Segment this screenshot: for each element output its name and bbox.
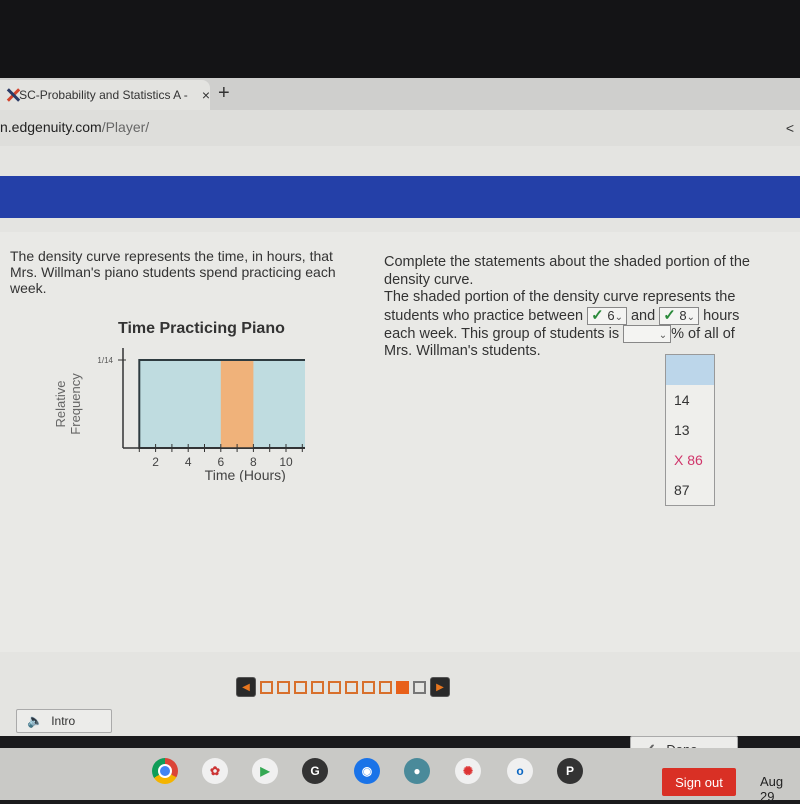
prompt-text: The density curve represents the time, i… [10,248,336,296]
previous-page-button[interactable]: ◀ [236,677,256,697]
dropdown-option[interactable] [666,355,714,385]
y-axis-label: Relative [53,381,68,428]
outlook-icon[interactable]: o [507,758,533,784]
question-text: Complete the statements about the shaded… [384,254,754,361]
header-bar [0,176,800,218]
y-axis-label: Frequency [68,373,83,435]
screen-bezel [0,0,800,80]
intro-button[interactable]: 🔈 Intro [16,709,112,733]
tab-title: SC-Probability and Statistics A - [19,88,188,102]
dropdown-option[interactable]: 14 [666,385,714,415]
play-store-icon[interactable]: ▶ [252,758,278,784]
g-app-icon[interactable]: G [302,758,328,784]
chevron-down-icon: ⌄ [614,311,623,323]
chrome-icon[interactable] [152,758,178,784]
page-indicator[interactable] [413,680,426,694]
page-indicator[interactable] [328,680,341,694]
browser-tab-bar: SC-Probability and Statistics A - × + [0,78,800,110]
browser-tab[interactable]: SC-Probability and Statistics A - × [0,80,210,110]
share-icon[interactable]: < [786,120,794,136]
page-indicator[interactable] [294,680,307,694]
dropdown-option[interactable]: X 86 [666,445,714,475]
x-tick-label: 4 [185,455,192,469]
close-icon[interactable]: × [202,87,210,103]
page-indicators [260,680,426,694]
url-text[interactable]: n.edgenuity.com/Player/ [0,119,149,135]
x-axis-label: Time (Hours) [205,467,286,482]
x-tick-label: 2 [152,455,159,469]
adobe-icon[interactable]: ✺ [455,758,481,784]
page-indicator[interactable] [396,680,409,694]
statement-and: and [630,307,656,324]
page-indicator[interactable] [345,680,358,694]
lower-bound-dropdown[interactable]: ✓ 6⌄ [587,306,627,325]
p-app-icon[interactable]: P [557,758,583,784]
density-chart: 1/142468101214Time (Hours)RelativeFreque… [53,348,305,482]
chevron-down-icon: ⌄ [686,311,696,323]
page-indicator[interactable] [362,680,375,694]
speaker-icon: 🔈 [27,713,44,728]
percent-dropdown[interactable]: ⌄ [623,324,672,343]
edgenuity-player: Calculating Probabilities Using a Unifor… [0,146,800,763]
check-icon: ✓ [663,306,676,324]
chart-title: Time Practicing Piano [118,320,285,337]
page-navigation: ◀ ▶ [236,677,450,697]
os-shelf: ✿ ▶ G ◉ ● ✺ o P Sign out Aug 29 [0,748,800,804]
dropdown-value: 8 [679,307,687,323]
activity-panel: The density curve represents the time, i… [0,232,800,763]
page-indicator[interactable] [311,680,324,694]
dropdown-option[interactable]: 13 [666,415,714,445]
upper-bound-dropdown[interactable]: ✓ 8⌄ [659,306,700,325]
edgenuity-logo-icon [6,88,13,102]
next-page-button[interactable]: ▶ [430,677,450,697]
check-icon: ✓ [591,306,604,324]
dropdown-option[interactable]: 87 [666,475,714,505]
earth-icon[interactable]: ● [404,758,430,784]
page-indicator[interactable] [277,680,290,694]
chevron-down-icon: ⌄ [658,329,668,341]
percent-dropdown-options[interactable]: 14 13 X 86 87 [665,354,715,506]
intro-label: Intro [51,714,76,728]
statement-part-3: % of [671,325,701,342]
dropdown-value: 6 [607,307,615,323]
address-bar[interactable]: n.edgenuity.com/Player/ < [0,110,800,146]
page-indicator[interactable] [260,680,273,694]
app-icon[interactable]: ✿ [202,758,228,784]
y-tick-label: 1/14 [97,356,113,365]
statement: The shaded portion of the density curve … [384,289,754,361]
question-intro: Complete the statements about the shaded… [384,254,750,288]
page-indicator[interactable] [379,680,392,694]
camera-icon[interactable]: ◉ [354,758,380,784]
shaded-region [220,361,254,448]
new-tab-button[interactable]: + [218,82,230,105]
sign-out-button[interactable]: Sign out [662,768,736,796]
